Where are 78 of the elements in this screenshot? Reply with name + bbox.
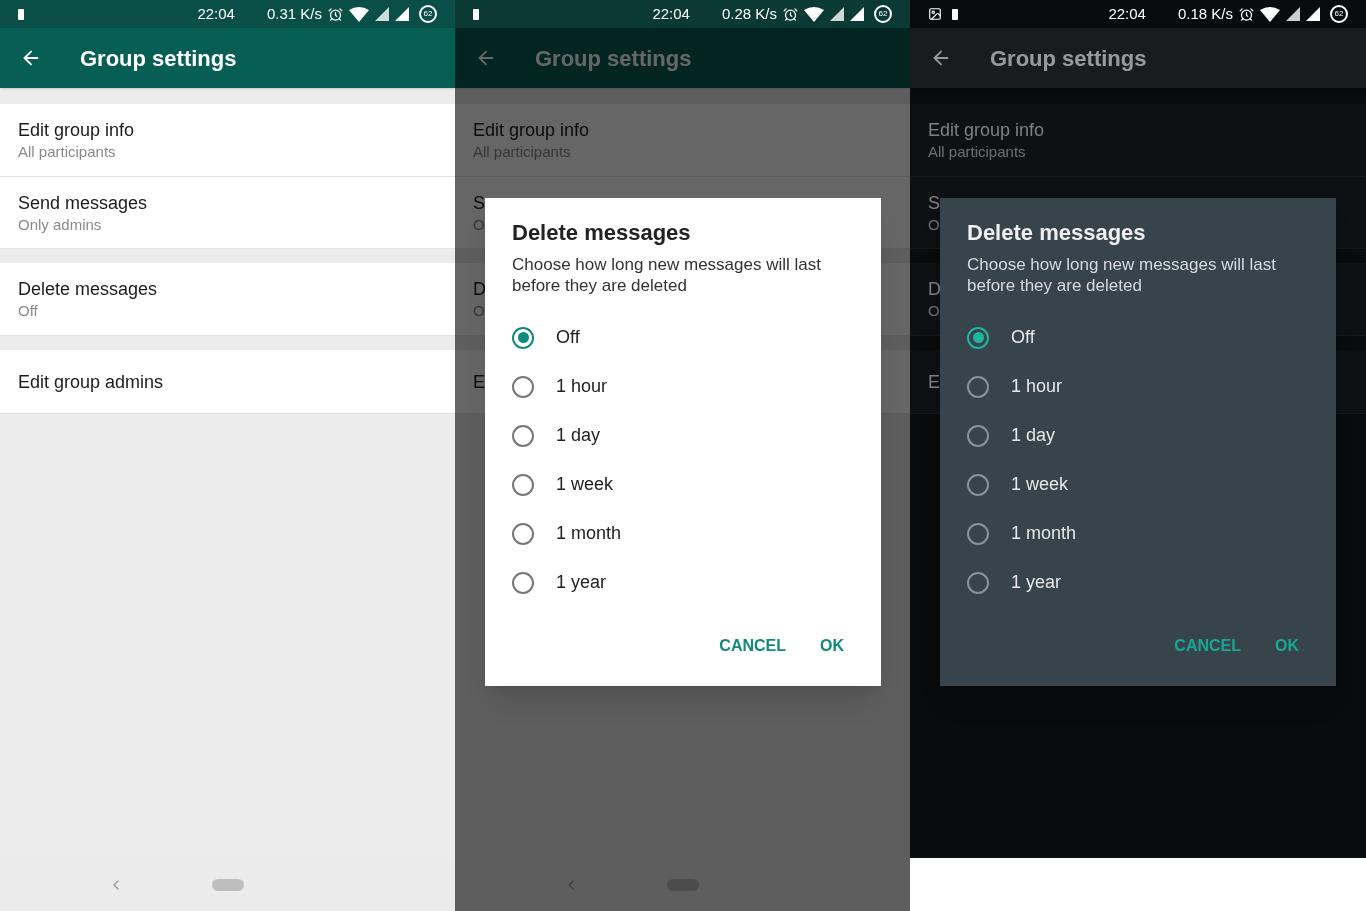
option-label[interactable]: 1 hour xyxy=(1011,373,1063,400)
signal-icon xyxy=(1306,7,1320,21)
battery-icon xyxy=(18,8,24,20)
radio-button[interactable] xyxy=(512,326,534,349)
alarm-icon xyxy=(1239,6,1254,22)
signal-icon xyxy=(395,7,409,21)
radio-button[interactable] xyxy=(967,326,989,349)
setting-title: Edit group info xyxy=(18,119,135,142)
battery-icon xyxy=(952,8,958,20)
settings-row[interactable]: Edit group info All participants xyxy=(0,104,455,176)
setting-value: O xyxy=(928,214,940,235)
network-speed: 0.31 K/s xyxy=(266,3,322,24)
dialog-description: Choose how long new messages will last before they are deleted xyxy=(967,254,1277,296)
option-label[interactable]: Off xyxy=(556,324,580,351)
screen-title: Group settings xyxy=(990,44,1147,73)
radio-button[interactable] xyxy=(512,522,534,545)
radio-button[interactable] xyxy=(512,571,534,594)
wifi-icon xyxy=(349,6,369,22)
screen-title: Group settings xyxy=(80,44,237,73)
signal-icon xyxy=(375,7,389,21)
option-label[interactable]: 1 day xyxy=(1011,422,1056,449)
option-label[interactable]: 1 day xyxy=(556,422,601,449)
option-label[interactable]: 1 month xyxy=(1011,520,1077,547)
option-label[interactable]: 1 week xyxy=(556,471,614,498)
settings-row[interactable]: Edit group info All participants xyxy=(910,104,1366,176)
signal-icon xyxy=(830,7,844,21)
radio-button[interactable] xyxy=(967,571,989,594)
radio-button[interactable] xyxy=(512,424,534,447)
setting-value: Off xyxy=(18,301,38,321)
radio-button[interactable] xyxy=(967,375,989,398)
battery-badge: 62 xyxy=(874,5,892,23)
setting-title: D xyxy=(928,278,941,301)
radio-button[interactable] xyxy=(512,375,534,398)
network-speed: 0.28 K/s xyxy=(721,3,777,24)
radio-button[interactable] xyxy=(967,424,989,447)
signal-icon xyxy=(850,7,864,21)
network-speed: 0.18 K/s xyxy=(1177,3,1233,24)
status-time: 22:04 xyxy=(1108,3,1146,24)
setting-title: D xyxy=(473,278,486,301)
dialog-title: Delete messages xyxy=(967,219,1147,247)
battery-badge: 62 xyxy=(419,5,437,23)
setting-value: O xyxy=(928,301,940,321)
radio-button[interactable] xyxy=(967,522,989,545)
status-time: 22:04 xyxy=(652,3,690,24)
wifi-icon xyxy=(1260,6,1280,22)
setting-title: S xyxy=(473,191,485,215)
option-label[interactable]: 1 hour xyxy=(556,373,608,400)
option-label[interactable]: 1 year xyxy=(1011,569,1062,596)
dialog-description: Choose how long new messages will last before they are deleted xyxy=(512,254,822,296)
setting-title: Edit group admins xyxy=(18,370,164,394)
option-label[interactable]: 1 week xyxy=(1011,471,1069,498)
setting-value: All participants xyxy=(928,142,1026,162)
wifi-icon xyxy=(804,6,824,22)
image-icon xyxy=(928,7,942,21)
battery-badge: 62 xyxy=(1330,5,1348,23)
setting-title: Send messages xyxy=(18,191,148,215)
option-label[interactable]: 1 year xyxy=(556,569,607,596)
radio-button[interactable] xyxy=(967,473,989,496)
settings-row[interactable]: Edit group admins xyxy=(0,350,455,413)
option-label[interactable]: 1 month xyxy=(556,520,622,547)
alarm-icon xyxy=(783,6,798,22)
status-time: 22:04 xyxy=(197,3,235,24)
dialog-button[interactable]: OK xyxy=(810,628,854,664)
settings-row[interactable]: Delete messages Off xyxy=(0,263,455,335)
setting-title: Edit group info xyxy=(928,119,1045,142)
dialog-button[interactable]: CANCEL xyxy=(709,628,796,664)
radio-button[interactable] xyxy=(512,473,534,496)
screen-title: Group settings xyxy=(535,44,692,73)
battery-icon xyxy=(473,8,479,20)
alarm-icon xyxy=(328,6,343,22)
setting-title: Delete messages xyxy=(18,278,158,301)
setting-value: All participants xyxy=(18,142,116,162)
setting-value: Only admins xyxy=(18,214,102,235)
option-label[interactable]: Off xyxy=(1011,324,1035,351)
dialog-title: Delete messages xyxy=(512,219,692,247)
setting-title: S xyxy=(928,191,940,215)
setting-title: Edit group info xyxy=(473,119,590,142)
signal-icon xyxy=(1286,7,1300,21)
